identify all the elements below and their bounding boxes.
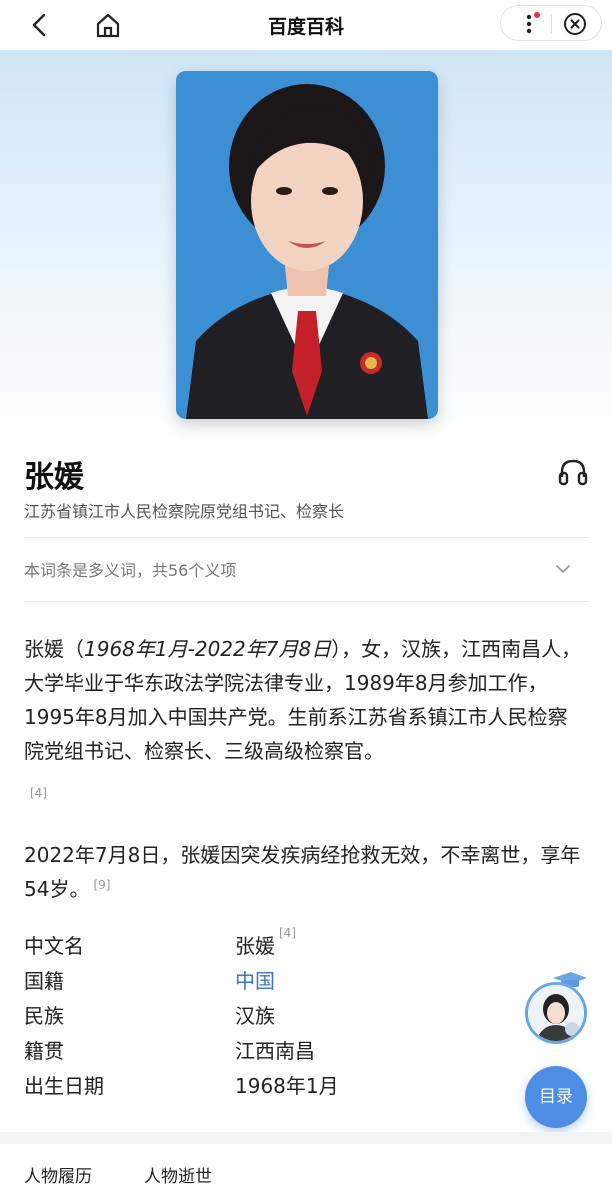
- close-icon[interactable]: [561, 10, 589, 38]
- notification-dot: [534, 12, 540, 18]
- info-key: 籍贯: [24, 1039, 64, 1063]
- info-row: 国籍 中国: [24, 965, 504, 999]
- info-row: 中文名 张媛[4]: [24, 926, 504, 964]
- divider: [24, 537, 588, 538]
- table-of-contents-button[interactable]: 目录: [525, 1066, 587, 1128]
- info-value: 张媛[4]: [235, 926, 296, 958]
- divider: [24, 601, 588, 602]
- capsule-divider: [551, 15, 552, 33]
- summary-body: 2022年7月8日，张媛因突发疾病经抢救无效，不幸离世，享年54岁。: [24, 843, 581, 901]
- tab-death[interactable]: 人物逝世: [144, 1162, 212, 1187]
- headphones-icon[interactable]: [556, 455, 590, 489]
- summary-paragraph: 2022年7月8日，张媛因突发疾病经抢救无效，不幸离世，享年54岁。 [9]: [24, 838, 584, 906]
- info-row: 籍贯 江西南昌: [24, 1035, 504, 1069]
- citation-link[interactable]: [4]: [279, 926, 296, 940]
- mini-program-capsule: [500, 5, 602, 41]
- info-row: 出生日期 1968年1月: [24, 1070, 504, 1104]
- chevron-down-icon[interactable]: [553, 559, 573, 579]
- info-value: 汉族: [235, 1004, 275, 1028]
- info-key: 民族: [24, 1004, 64, 1028]
- top-bar: 百度百科: [0, 0, 612, 50]
- assistant-avatar[interactable]: [525, 982, 587, 1044]
- info-value: 1968年1月: [235, 1074, 339, 1098]
- info-row: 民族 汉族: [24, 1000, 504, 1034]
- section-tabs: 人物履历 人物逝世: [0, 1144, 612, 1200]
- citation-link[interactable]: [9]: [93, 878, 110, 892]
- entry-subtitle: 江苏省镇江市人民检察院原党组书记、检察长: [24, 502, 345, 521]
- hero-banner: [0, 50, 612, 440]
- info-key: 国籍: [24, 969, 64, 993]
- summary-prefix: 张媛（: [24, 637, 84, 661]
- summary-paragraph: 张媛（1968年1月-2022年7月8日），女，汉族，江西南昌人，大学毕业于华东…: [24, 632, 584, 768]
- entry-title: 张媛: [24, 460, 84, 495]
- tab-career[interactable]: 人物履历: [24, 1162, 92, 1187]
- info-value-link[interactable]: 中国: [235, 965, 275, 994]
- portrait-photo[interactable]: [176, 71, 438, 419]
- citation-link[interactable]: [4]: [30, 786, 47, 800]
- life-dates: 1968年1月-2022年7月8日: [84, 637, 332, 661]
- info-key: 中文名: [24, 934, 84, 958]
- info-value: 江西南昌: [235, 1039, 315, 1063]
- section-separator: [0, 1132, 612, 1144]
- polysemy-notice[interactable]: 本词条是多义词，共56个义项: [24, 557, 236, 581]
- info-key: 出生日期: [24, 1074, 104, 1098]
